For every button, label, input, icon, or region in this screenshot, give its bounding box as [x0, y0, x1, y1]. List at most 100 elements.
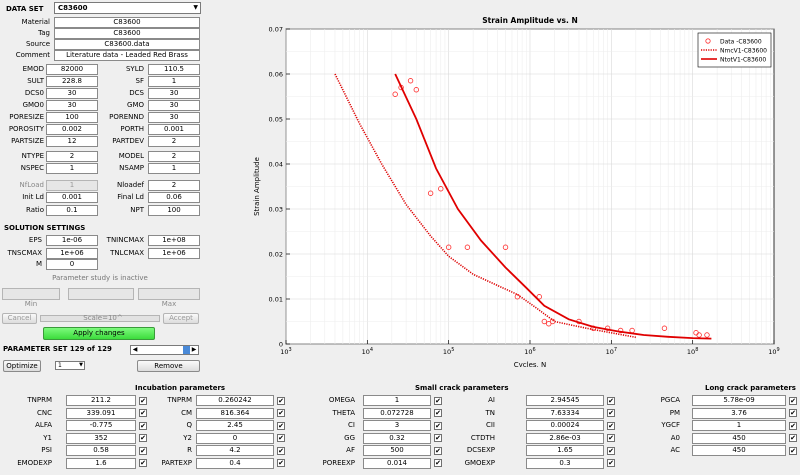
small_crack-field[interactable]: 2.94545: [526, 395, 604, 406]
param-field[interactable]: 228.8: [46, 76, 98, 87]
apply-changes-button[interactable]: Apply changes: [43, 327, 155, 340]
remove-button[interactable]: Remove: [137, 360, 200, 372]
param-field[interactable]: 0.06: [148, 192, 200, 203]
solution-field[interactable]: 0: [46, 259, 98, 270]
incubation-field[interactable]: 4.2: [196, 445, 274, 456]
slider-thumb[interactable]: [183, 346, 190, 354]
incubation-field[interactable]: 0.4: [196, 457, 274, 469]
incubation-field[interactable]: 339.091: [66, 407, 136, 419]
incubation-field[interactable]: -0.775: [66, 420, 136, 431]
param-field[interactable]: 0.002: [46, 124, 98, 135]
incubation-checkbox[interactable]: ✔: [277, 409, 285, 417]
incubation-checkbox[interactable]: ✔: [277, 421, 285, 430]
small_crack-field[interactable]: 0.014: [363, 457, 431, 469]
param-field[interactable]: 2: [46, 151, 98, 162]
incubation-checkbox[interactable]: ✔: [277, 396, 285, 405]
small_crack-field[interactable]: 1.65: [526, 445, 604, 456]
info-field[interactable]: C83600: [54, 17, 200, 28]
param-field[interactable]: 110.5: [148, 64, 200, 75]
incubation-field[interactable]: 0.58: [66, 445, 136, 456]
param-field[interactable]: 0.1: [46, 205, 98, 216]
small_crack-field[interactable]: 500: [363, 445, 431, 456]
slider-right-arrow-icon[interactable]: ▶: [190, 346, 198, 354]
small_crack-checkbox[interactable]: ✔: [434, 459, 442, 467]
long_crack-checkbox[interactable]: ✔: [789, 434, 797, 442]
param-field[interactable]: 30: [148, 88, 200, 99]
incubation-field[interactable]: 2.45: [196, 420, 274, 431]
small_crack-checkbox[interactable]: ✔: [607, 446, 615, 455]
incubation-field[interactable]: 352: [66, 432, 136, 444]
parameter-set-label: PARAMETER SET 129 of 129: [3, 345, 112, 353]
long_crack-field[interactable]: 3.76: [692, 407, 786, 419]
incubation-field[interactable]: 0.260242: [196, 395, 274, 406]
incubation-field[interactable]: 211.2: [66, 395, 136, 406]
param-field[interactable]: 2: [148, 180, 200, 191]
param-field[interactable]: 82000: [46, 64, 98, 75]
long_crack-field[interactable]: 450: [692, 445, 786, 456]
long_crack-checkbox[interactable]: ✔: [789, 396, 797, 405]
data-set-dropdown[interactable]: C83600 ▼: [54, 2, 201, 14]
long_crack-checkbox[interactable]: ✔: [789, 446, 797, 455]
param-field[interactable]: 1: [46, 180, 98, 191]
study-cancel-button[interactable]: Cancel: [2, 313, 37, 324]
small_crack-field[interactable]: 0.32: [363, 432, 431, 444]
small_crack-field[interactable]: 0.00024: [526, 420, 604, 431]
solution-field[interactable]: 1e+06: [148, 248, 200, 259]
small_crack-field[interactable]: 7.63334: [526, 407, 604, 419]
long_crack-field[interactable]: 5.78e-09: [692, 395, 786, 406]
incubation-field[interactable]: 0: [196, 432, 274, 444]
parameter-set-select[interactable]: 1 ▼: [55, 361, 85, 370]
info-field[interactable]: Literature data - Leaded Red Brass: [54, 50, 200, 61]
study-mid-input[interactable]: [68, 288, 134, 300]
incubation-field[interactable]: 1.6: [66, 457, 136, 469]
param-field[interactable]: 30: [148, 100, 200, 111]
long_crack-field[interactable]: 450: [692, 432, 786, 444]
param-field[interactable]: 100: [46, 112, 98, 123]
small_crack-field[interactable]: 0.072728: [363, 407, 431, 419]
param-field[interactable]: 100: [148, 205, 200, 216]
param-field[interactable]: 30: [148, 112, 200, 123]
small_crack-checkbox[interactable]: ✔: [434, 396, 442, 405]
incubation-checkbox[interactable]: ✔: [277, 446, 285, 455]
incubation-checkbox[interactable]: ✔: [277, 459, 285, 467]
info-field[interactable]: C83600.data: [54, 39, 200, 50]
param-field[interactable]: 30: [46, 88, 98, 99]
small_crack-field[interactable]: 1: [363, 395, 431, 406]
small_crack-checkbox[interactable]: ✔: [607, 409, 615, 417]
param-field[interactable]: 0.001: [148, 124, 200, 135]
solution-label: M: [35, 260, 42, 268]
param-field[interactable]: 2: [148, 136, 200, 147]
slider-left-arrow-icon[interactable]: ◀: [131, 346, 139, 354]
small_crack-checkbox[interactable]: ✔: [607, 396, 615, 405]
study-accept-button[interactable]: Accept: [163, 313, 199, 324]
small_crack-checkbox[interactable]: ✔: [434, 446, 442, 455]
long_crack-checkbox[interactable]: ✔: [789, 409, 797, 417]
incubation-checkbox[interactable]: ✔: [277, 434, 285, 442]
long_crack-checkbox[interactable]: ✔: [789, 421, 797, 430]
param-field[interactable]: 12: [46, 136, 98, 147]
param-field[interactable]: 2: [148, 151, 200, 162]
small_crack-checkbox[interactable]: ✔: [607, 434, 615, 442]
optimize-button[interactable]: Optimize: [3, 360, 41, 372]
small_crack-checkbox[interactable]: ✔: [607, 459, 615, 467]
small_crack-checkbox[interactable]: ✔: [434, 421, 442, 430]
small_crack-checkbox[interactable]: ✔: [434, 434, 442, 442]
small_crack-field[interactable]: 3: [363, 420, 431, 431]
param-field[interactable]: 0.001: [46, 192, 98, 203]
incubation-field[interactable]: 816.364: [196, 407, 274, 419]
param-field[interactable]: 1: [46, 163, 98, 174]
small_crack-checkbox[interactable]: ✔: [434, 409, 442, 417]
small_crack-checkbox[interactable]: ✔: [607, 421, 615, 430]
solution-field[interactable]: 1e-06: [46, 235, 98, 246]
parameter-set-slider[interactable]: ◀ ▶: [130, 345, 199, 355]
solution-field[interactable]: 1e+08: [148, 235, 200, 246]
small_crack-field[interactable]: 0.3: [526, 457, 604, 469]
x-tick-label: 109: [768, 347, 779, 356]
long_crack-field[interactable]: 1: [692, 420, 786, 431]
param-field[interactable]: 1: [148, 76, 200, 87]
info-field[interactable]: C83600: [54, 28, 200, 39]
param-field[interactable]: 30: [46, 100, 98, 111]
small_crack-field[interactable]: 2.86e-03: [526, 432, 604, 444]
solution-field[interactable]: 1e+06: [46, 248, 98, 259]
param-field[interactable]: 1: [148, 163, 200, 174]
